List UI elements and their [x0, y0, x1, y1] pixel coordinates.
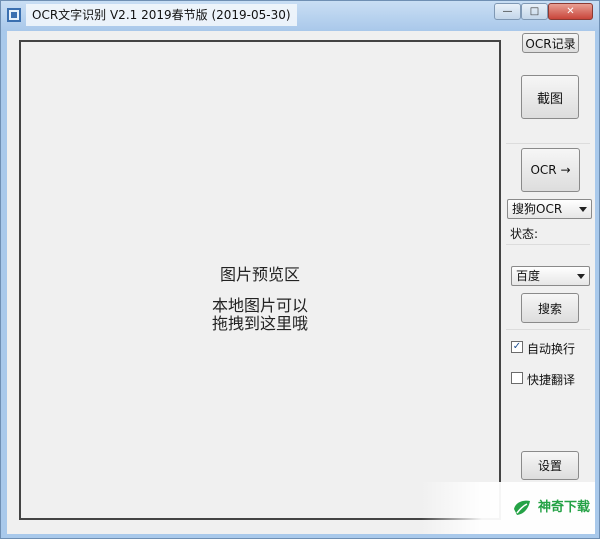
preview-hint-line-2: 拖拽到这里哦	[211, 314, 308, 333]
client-area: 图片预览区 本地图片可以 拖拽到这里哦 OCR记录 截图 OCR → 搜狗OCR…	[7, 31, 595, 534]
auto-wrap-checkbox[interactable]: ✓	[511, 341, 523, 353]
separator	[506, 329, 590, 330]
quick-translate-checkbox[interactable]	[511, 372, 523, 384]
leaf-logo-icon	[514, 500, 530, 515]
ocr-engine-select[interactable]: 搜狗OCR	[507, 199, 592, 219]
settings-button[interactable]: 设置	[521, 451, 579, 480]
status-label: 状态:	[510, 227, 539, 241]
watermark: 神奇下载	[421, 482, 595, 534]
search-engine-value: 百度	[516, 269, 541, 283]
quick-translate-label[interactable]: 快捷翻译	[527, 371, 575, 388]
app-window: OCR文字识别 V2.1 2019春节版 (2019-05-30) — □ ✕ …	[0, 0, 600, 539]
preview-drop-hint: 本地图片可以 拖拽到这里哦	[21, 297, 499, 333]
chevron-down-icon	[577, 274, 585, 279]
app-icon	[7, 8, 21, 22]
maximize-button[interactable]: □	[521, 3, 548, 20]
separator	[506, 143, 590, 144]
ocr-engine-value: 搜狗OCR	[512, 202, 563, 216]
search-button[interactable]: 搜索	[521, 293, 579, 323]
title-bar[interactable]: OCR文字识别 V2.1 2019春节版 (2019-05-30) — □ ✕	[1, 1, 599, 31]
close-button[interactable]: ✕	[548, 3, 593, 20]
separator	[506, 244, 590, 245]
auto-wrap-label[interactable]: 自动换行	[527, 340, 575, 357]
preview-hint-line-1: 本地图片可以	[211, 296, 308, 315]
chevron-down-icon	[579, 207, 587, 212]
preview-title: 图片预览区	[219, 265, 300, 284]
search-engine-select[interactable]: 百度	[511, 266, 590, 286]
screenshot-button[interactable]: 截图	[521, 75, 579, 119]
ocr-run-button[interactable]: OCR →	[521, 148, 580, 192]
watermark-text: 神奇下载	[538, 500, 591, 515]
image-preview-area[interactable]: 图片预览区 本地图片可以 拖拽到这里哦	[19, 40, 501, 520]
ocr-history-button[interactable]: OCR记录	[522, 33, 579, 53]
minimize-button[interactable]: —	[494, 3, 521, 20]
window-title: OCR文字识别 V2.1 2019春节版 (2019-05-30)	[26, 4, 297, 26]
